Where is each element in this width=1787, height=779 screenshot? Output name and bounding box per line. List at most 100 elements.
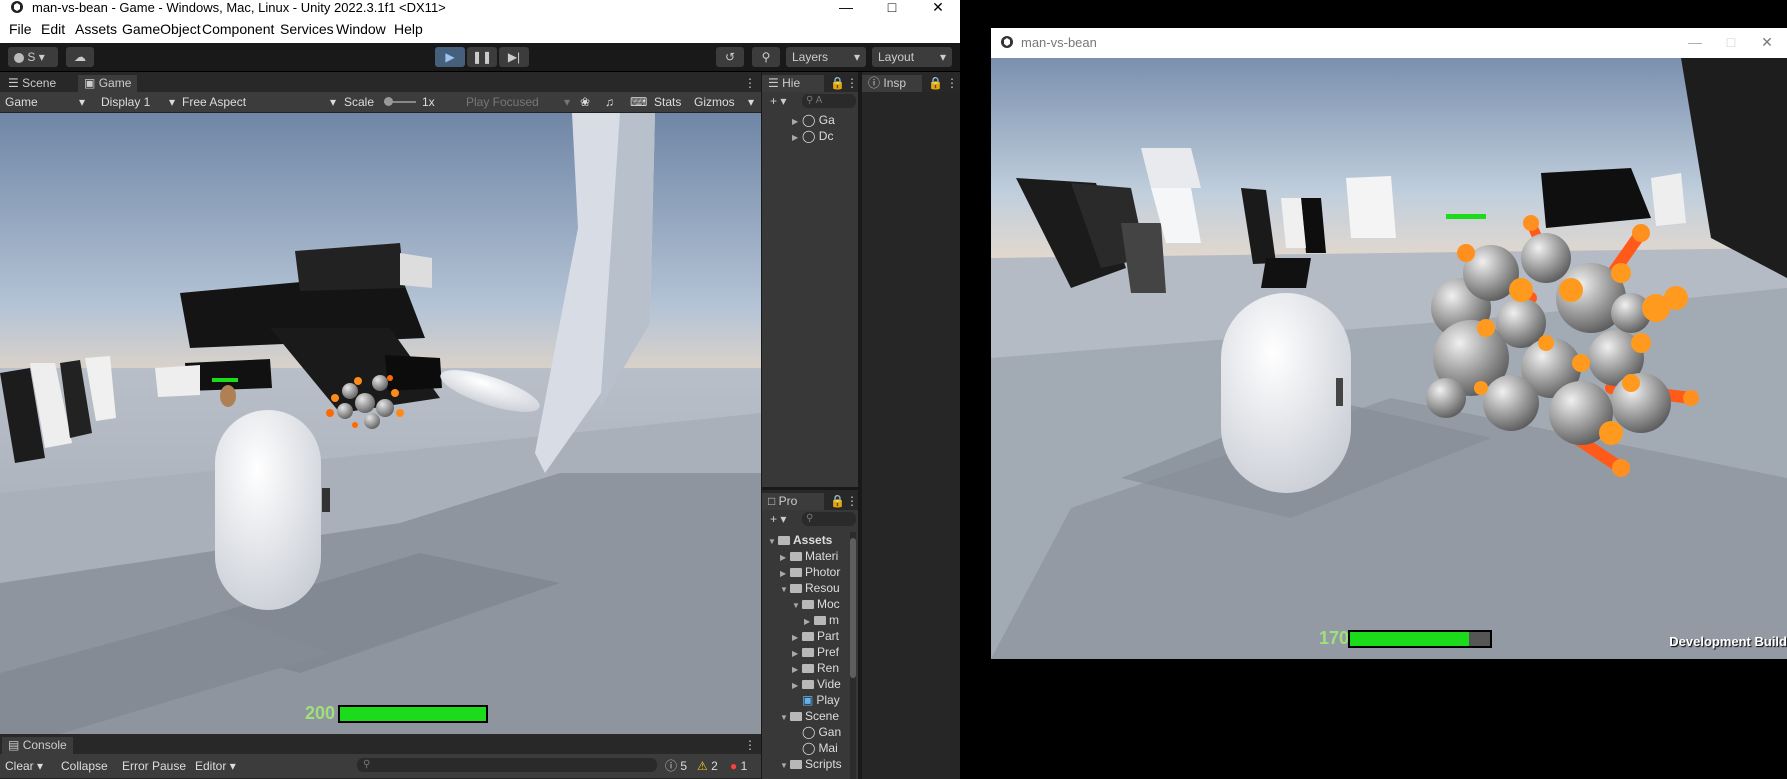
- chevron-right-icon[interactable]: ▶: [804, 614, 814, 628]
- minimize-button[interactable]: —: [826, 0, 866, 15]
- scrollbar[interactable]: [850, 532, 856, 779]
- project-tree-item[interactable]: ▼ Resou: [780, 580, 848, 596]
- tab-hierarchy[interactable]: ☰ Hie: [762, 75, 824, 92]
- step-button[interactable]: ▶|: [499, 47, 529, 67]
- chevron-right-icon[interactable]: ▶: [792, 646, 802, 660]
- scrollbar-thumb[interactable]: [850, 538, 856, 678]
- menu-component[interactable]: Component: [202, 21, 274, 37]
- tab-inspector[interactable]: ⓘ Insp: [862, 75, 922, 92]
- maximize-button[interactable]: □: [872, 0, 912, 15]
- project-search-input[interactable]: ⚲: [802, 512, 856, 526]
- collapse-button[interactable]: Collapse: [61, 758, 108, 774]
- menu-gameobject[interactable]: GameObject: [122, 21, 201, 37]
- add-button[interactable]: + ▾: [770, 512, 786, 526]
- log-count-toggle[interactable]: ⓘ 5: [665, 758, 687, 774]
- console-search-input[interactable]: ⚲: [357, 758, 657, 772]
- menu-edit[interactable]: Edit: [41, 21, 65, 37]
- project-tree-item[interactable]: ▶ Photor: [780, 564, 848, 580]
- chevron-right-icon[interactable]: ▶: [792, 630, 802, 644]
- layers-dropdown[interactable]: Layers ▾: [786, 47, 866, 67]
- chevron-down-icon: ▾: [78, 95, 85, 109]
- play-focused-dropdown[interactable]: Play Focused ▾: [466, 94, 570, 110]
- console-toolbar: Clear ▾ Collapse Error Pause Editor ▾ ⚲ …: [0, 754, 761, 779]
- player-game-view[interactable]: 170 Development Build: [991, 58, 1787, 659]
- keyboard-icon[interactable]: ⌨: [630, 94, 647, 110]
- project-tree-item[interactable]: ▶ Vide: [792, 676, 848, 692]
- play-button[interactable]: ▶: [435, 47, 465, 67]
- project-tree-item[interactable]: ▶ Part: [792, 628, 848, 644]
- hierarchy-item[interactable]: ▶ ◯ Dc: [792, 128, 854, 144]
- chevron-down-icon[interactable]: ▼: [780, 710, 790, 724]
- development-build-label: Development Build: [1669, 634, 1787, 649]
- folder-icon: [790, 584, 802, 594]
- chevron-down-icon[interactable]: ▼: [792, 598, 802, 612]
- project-tree-item[interactable]: ▣ Play: [792, 692, 848, 708]
- scale-slider[interactable]: [384, 94, 416, 110]
- chevron-right-icon[interactable]: ▶: [792, 662, 802, 676]
- scale-slider-handle[interactable]: [384, 97, 393, 106]
- kebab-menu-icon[interactable]: ⋮: [840, 493, 864, 510]
- menu-assets[interactable]: Assets: [75, 21, 117, 37]
- menu-window[interactable]: Window: [336, 21, 386, 37]
- project-tree-item-label: Part: [817, 629, 840, 643]
- tab-scene[interactable]: ☰ Scene: [2, 75, 62, 92]
- info-icon: ⓘ: [868, 76, 881, 90]
- project-tree-item[interactable]: ▼ Scripts: [780, 756, 848, 772]
- hierarchy-item[interactable]: ▶ ◯ Ga: [792, 112, 854, 128]
- chevron-down-icon[interactable]: ▼: [780, 758, 790, 772]
- project-tree-item[interactable]: ▶ Materi: [780, 548, 848, 564]
- display-dropdown[interactable]: Display 1 ▾: [101, 94, 175, 110]
- kebab-menu-icon[interactable]: ⋮: [738, 737, 762, 754]
- clear-button[interactable]: Clear ▾: [5, 758, 43, 774]
- project-tree-item[interactable]: ◯ Gan: [792, 724, 848, 740]
- expand-arrow-icon: ▶: [792, 133, 799, 142]
- game-view[interactable]: 200: [0, 113, 761, 734]
- layout-dropdown[interactable]: Layout ▾: [872, 47, 952, 67]
- kebab-menu-icon[interactable]: ⋮: [940, 75, 964, 92]
- search-button[interactable]: ⚲: [752, 47, 780, 67]
- tab-project[interactable]: □ Pro: [762, 493, 824, 510]
- cloud-button[interactable]: ☁: [66, 47, 94, 67]
- project-tree-item[interactable]: ▼ Moc: [792, 596, 848, 612]
- account-icon: [14, 52, 24, 63]
- project-tree-item[interactable]: ◯ Mai: [792, 740, 848, 756]
- hierarchy-tabbar: ☰ Hie 🔒 ⋮: [762, 72, 858, 92]
- pause-button[interactable]: ❚❚: [467, 47, 497, 67]
- account-dropdown[interactable]: S ▾: [8, 47, 58, 67]
- chevron-right-icon[interactable]: ▶: [792, 678, 802, 692]
- maximize-button[interactable]: □: [1711, 35, 1751, 50]
- add-button[interactable]: + ▾: [770, 94, 786, 108]
- tab-game[interactable]: ▣ Game: [78, 75, 138, 92]
- error-pause-button[interactable]: Error Pause: [122, 758, 186, 774]
- stats-button[interactable]: Stats: [654, 94, 681, 110]
- menu-help[interactable]: Help: [394, 21, 423, 37]
- gizmos-dropdown[interactable]: Gizmos ▾: [694, 94, 754, 110]
- project-tree-item[interactable]: ▼ Assets: [768, 532, 848, 548]
- minimize-button[interactable]: —: [1675, 35, 1715, 50]
- chevron-down-icon[interactable]: ▼: [780, 582, 790, 596]
- project-tree-item[interactable]: ▼ Scene: [780, 708, 848, 724]
- tab-console[interactable]: ▤ Console: [2, 737, 73, 754]
- project-tree-item[interactable]: ▶ Ren: [792, 660, 848, 676]
- history-button[interactable]: ↺: [716, 47, 744, 67]
- aspect-dropdown[interactable]: Free Aspect ▾: [182, 94, 336, 110]
- game-view-dropdown[interactable]: Game ▾: [5, 94, 87, 110]
- close-button[interactable]: ✕: [1747, 35, 1787, 50]
- menu-services[interactable]: Services: [280, 21, 334, 37]
- chevron-down-icon: ▾: [747, 95, 754, 109]
- project-tree-item[interactable]: ▶ Pref: [792, 644, 848, 660]
- warning-count-toggle[interactable]: ⚠ 2: [697, 758, 718, 774]
- project-tree-item[interactable]: ▶ m: [804, 612, 848, 628]
- menu-file[interactable]: File: [9, 21, 32, 37]
- audio-icon[interactable]: ♫: [605, 94, 614, 110]
- chevron-down-icon[interactable]: ▼: [768, 534, 778, 548]
- error-count-toggle[interactable]: ● 1: [730, 758, 747, 774]
- editor-dropdown[interactable]: Editor ▾: [195, 758, 236, 774]
- bug-icon[interactable]: ❀: [580, 94, 590, 110]
- panel-menu-button[interactable]: ⋮: [738, 75, 762, 92]
- chevron-right-icon[interactable]: ▶: [780, 566, 790, 580]
- hierarchy-search-input[interactable]: ⚲ A: [802, 94, 856, 108]
- chevron-right-icon[interactable]: ▶: [780, 550, 790, 564]
- kebab-menu-icon[interactable]: ⋮: [840, 75, 864, 92]
- close-button[interactable]: ✕: [918, 0, 958, 15]
